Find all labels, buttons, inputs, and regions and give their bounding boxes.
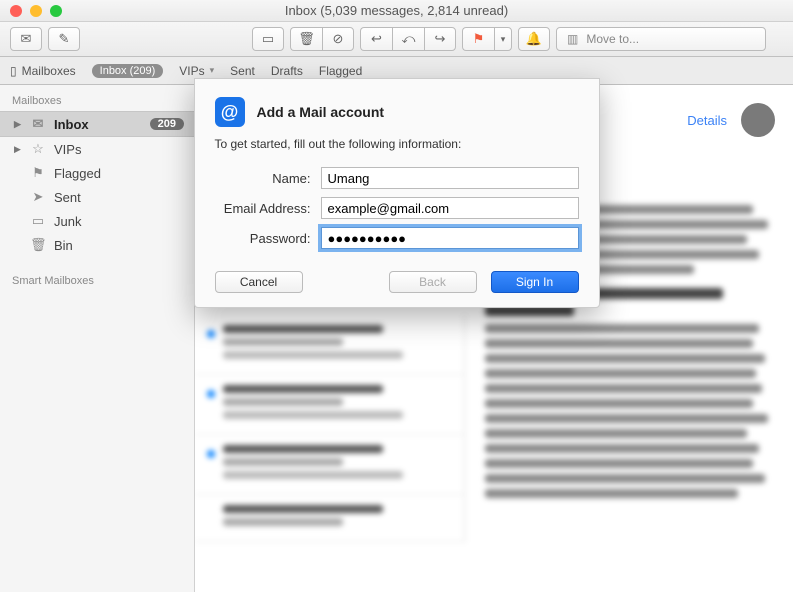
chevron-down-icon: ▾ [501, 34, 506, 45]
password-input[interactable] [321, 227, 579, 249]
compose-button[interactable]: ✎ [48, 27, 80, 51]
password-label: Password: [215, 231, 321, 246]
forward-button[interactable]: ↪ [424, 27, 456, 51]
favbar-mailboxes[interactable]: ▯ Mailboxes [10, 64, 76, 78]
sign-in-button[interactable]: Sign In [491, 271, 579, 293]
reply-button[interactable]: ↩ [360, 27, 392, 51]
reply-group: ↩ ⤺ ↪ [360, 27, 456, 51]
cancel-button[interactable]: Cancel [215, 271, 303, 293]
compose-icon: ✎ [59, 31, 70, 47]
favbar-vips[interactable]: VIPs ▾ [179, 64, 214, 78]
junk-icon: ⊘ [333, 31, 344, 47]
window-titlebar: Inbox (5,039 messages, 2,814 unread) [0, 0, 793, 22]
bell-icon: 🔔 [526, 31, 542, 47]
junk-button[interactable]: ⊘ [322, 27, 354, 51]
envelope-icon: ✉︎ [21, 31, 32, 47]
trash-icon: 🗑 [298, 31, 315, 47]
favbar-flagged[interactable]: Flagged [319, 64, 362, 78]
modal-overlay: @ Add a Mail account To get started, fil… [0, 85, 793, 592]
email-label: Email Address: [215, 201, 321, 216]
mute-button[interactable]: 🔔 [518, 27, 550, 51]
favbar-inbox-pill[interactable]: Inbox (209) [92, 64, 164, 78]
favbar-sent-label: Sent [230, 64, 255, 78]
dialog-title: Add a Mail account [257, 104, 385, 120]
dialog-subtitle: To get started, fill out the following i… [215, 137, 579, 151]
favbar-vips-label: VIPs [179, 64, 204, 78]
at-sign-icon: @ [215, 97, 245, 127]
get-mail-button[interactable]: ✉︎ [10, 27, 42, 51]
flag-menu-button[interactable]: ▾ [494, 27, 512, 51]
favbar-flagged-label: Flagged [319, 64, 362, 78]
move-to-select[interactable]: ▥ Move to... [556, 27, 766, 51]
favbar-drafts[interactable]: Drafts [271, 64, 303, 78]
flag-icon: ⚑ [473, 31, 485, 47]
favbar-mailboxes-label: Mailboxes [22, 64, 76, 78]
window-title: Inbox (5,039 messages, 2,814 unread) [0, 3, 793, 18]
flag-group: ⚑ ▾ [462, 27, 512, 51]
back-button[interactable]: Back [389, 271, 477, 293]
forward-icon: ↪ [435, 31, 446, 47]
delete-group: 🗑 ⊘ [290, 27, 354, 51]
archive-icon: ▭ [262, 31, 274, 47]
add-mail-account-dialog: @ Add a Mail account To get started, fil… [194, 78, 600, 308]
reply-all-icon: ⤺ [402, 31, 416, 47]
favbar-drafts-label: Drafts [271, 64, 303, 78]
sidebar-toggle-icon: ▯ [10, 64, 17, 78]
chevron-down-icon: ▾ [210, 65, 215, 76]
archive-button[interactable]: ▭ [252, 27, 284, 51]
folder-icon: ▥ [567, 32, 578, 46]
reply-icon: ↩ [371, 31, 382, 47]
move-to-label: Move to... [586, 32, 639, 46]
flag-button[interactable]: ⚑ [462, 27, 494, 51]
favbar-sent[interactable]: Sent [230, 64, 255, 78]
name-label: Name: [215, 171, 321, 186]
delete-button[interactable]: 🗑 [290, 27, 322, 51]
toolbar: ✉︎ ✎ ▭ 🗑 ⊘ ↩ ⤺ ↪ ⚑ ▾ 🔔 ▥ Move to... [0, 22, 793, 57]
email-input[interactable] [321, 197, 579, 219]
reply-all-button[interactable]: ⤺ [392, 27, 424, 51]
name-input[interactable] [321, 167, 579, 189]
